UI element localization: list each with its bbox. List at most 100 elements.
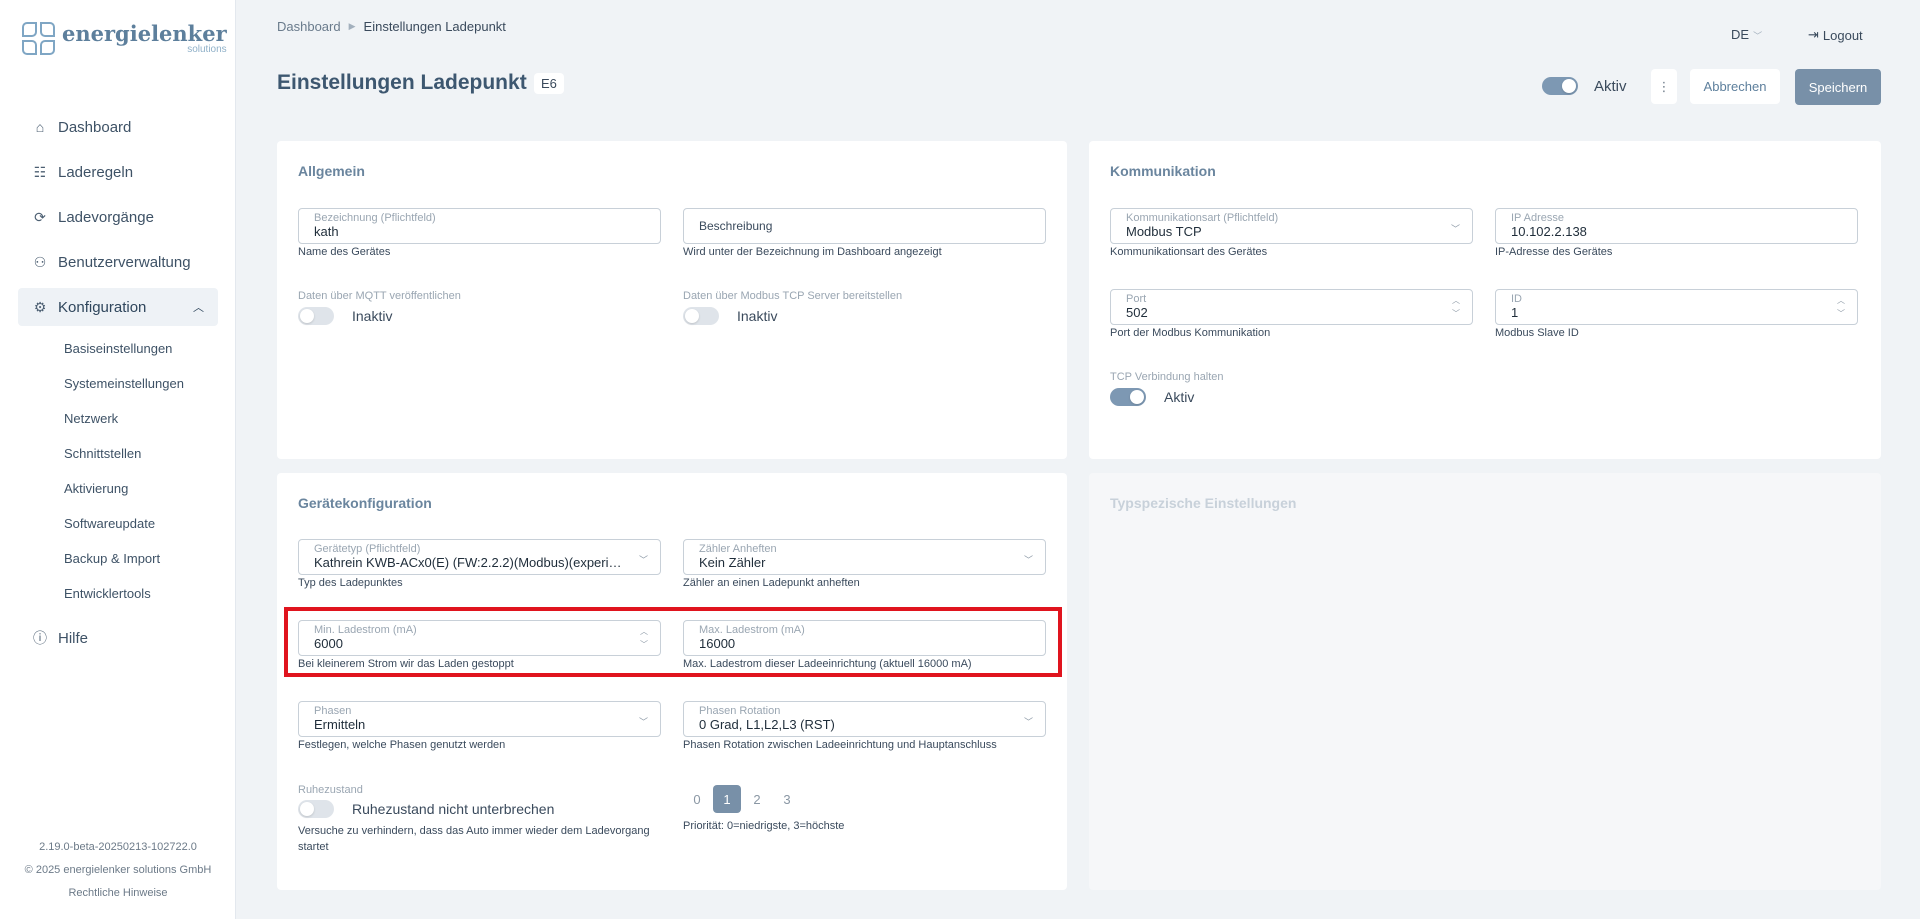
field-label: Gerätetyp (Pflichtfeld) xyxy=(314,543,421,555)
field-label: Bezeichnung (Pflichtfeld) xyxy=(314,212,436,224)
field-label: Zähler Anheften xyxy=(699,543,777,555)
mqtt-state: Inaktiv xyxy=(352,308,393,324)
active-toggle[interactable] xyxy=(1542,77,1578,95)
communication-type-select[interactable]: Kommunikationsart (Pflichtfeld) Modbus T… xyxy=(1110,208,1473,244)
phases-select[interactable]: Phasen Ermitteln ﹀ xyxy=(298,701,661,737)
card-communication: Kommunikation Kommunikationsart (Pflicht… xyxy=(1089,141,1881,459)
idle-toggle[interactable] xyxy=(298,800,334,818)
sidebar-item-konfiguration[interactable]: ⚙ Konfiguration ︿ xyxy=(18,288,218,326)
card-title: Typspezische Einstellungen xyxy=(1110,495,1297,511)
sidebar-item-dashboard[interactable]: ⌂ Dashboard xyxy=(18,108,218,146)
chevron-up-icon: ︿ xyxy=(193,302,204,314)
priority-option-2[interactable]: 2 xyxy=(743,785,771,813)
home-icon: ⌂ xyxy=(35,119,45,135)
highlight-box xyxy=(284,607,1062,677)
slave-id-field[interactable]: ID 1 ︿ ﹀ xyxy=(1495,289,1858,325)
sidebar-item-benutzerverwaltung[interactable]: ⚇ Benutzerverwaltung xyxy=(18,243,218,281)
sidebar-item-label: Dashboard xyxy=(58,118,132,136)
ip-address-field[interactable]: IP Adresse 10.102.2.138 xyxy=(1495,208,1858,244)
field-label: IP Adresse xyxy=(1511,212,1564,224)
card-device-config: Gerätekonfiguration Gerätetyp (Pflichtfe… xyxy=(277,473,1067,890)
subnav-aktivierung[interactable]: Aktivierung xyxy=(64,471,218,506)
sidebar-item-ladevorgaenge[interactable]: ⟳ Ladevorgänge xyxy=(18,198,218,236)
subnav-softwareupdate[interactable]: Softwareupdate xyxy=(64,506,218,541)
active-toggle-label: Aktiv xyxy=(1594,77,1627,95)
field-help: Phasen Rotation zwischen Ladeeinrichtung… xyxy=(683,739,997,751)
sidebar-item-label: Konfiguration xyxy=(58,298,147,316)
gear-icon: ⚙ xyxy=(33,298,47,315)
more-options-button[interactable]: ⋮ xyxy=(1651,69,1677,104)
chevron-down-icon: ﹀ xyxy=(1023,717,1033,727)
subnav-schnittstellen[interactable]: Schnittstellen xyxy=(64,436,218,471)
sidebar-item-laderegeln[interactable]: ☷ Laderegeln xyxy=(18,153,218,191)
brand-sub: solutions xyxy=(187,44,227,55)
sidebar-item-hilfe[interactable]: ⓘ Hilfe xyxy=(18,619,218,657)
sidebar-item-label: Ladevorgänge xyxy=(58,208,154,226)
logout-button[interactable]: ⇥ Logout xyxy=(1808,27,1863,43)
language-select[interactable]: DE ﹀ xyxy=(1731,27,1762,42)
priority-option-3[interactable]: 3 xyxy=(773,785,801,813)
breadcrumb-separator-icon: ▶ xyxy=(348,21,356,31)
field-help: Kommunikationsart des Gerätes xyxy=(1110,246,1268,258)
brand-logo[interactable]: energielenker solutions xyxy=(22,22,227,56)
breadcrumb: Dashboard ▶ Einstellungen Ladepunkt xyxy=(277,19,506,34)
breadcrumb-current: Einstellungen Ladepunkt xyxy=(363,19,506,34)
cancel-button[interactable]: Abbrechen xyxy=(1690,69,1780,104)
idle-help-line-2: startet xyxy=(298,841,329,853)
language-value: DE xyxy=(1731,27,1750,42)
name-field[interactable]: Bezeichnung (Pflichtfeld) kath xyxy=(298,208,661,244)
field-help: Priorität: 0=niedrigste, 3=höchste xyxy=(683,820,845,832)
subnav-entwicklertools[interactable]: Entwicklertools xyxy=(64,576,218,611)
field-label: Kommunikationsart (Pflichtfeld) xyxy=(1126,212,1279,224)
mqtt-switch-row: Inaktiv xyxy=(298,307,392,325)
chevron-down-icon: ﹀ xyxy=(1753,31,1763,41)
idle-switch-row: Ruhezustand nicht unterbrechen xyxy=(298,800,554,818)
description-field[interactable]: Beschreibung xyxy=(683,208,1046,244)
subnav-backup-import[interactable]: Backup & Import xyxy=(64,541,218,576)
page-title: Einstellungen Ladepunkt xyxy=(277,71,527,94)
device-type-select[interactable]: Gerätetyp (Pflichtfeld) Kathrein KWB-ACx… xyxy=(298,539,661,575)
field-help: Port der Modbus Kommunikation xyxy=(1110,327,1271,339)
field-help: IP-Adresse des Gerätes xyxy=(1495,246,1613,258)
field-value: Ermitteln xyxy=(314,717,366,732)
sidebar-subnav: Basiseinstellungen Systemeinstellungen N… xyxy=(18,331,218,611)
field-help: Modbus Slave ID xyxy=(1495,327,1579,339)
idle-help-line-1: Versuche zu verhindern, dass das Auto im… xyxy=(298,825,650,837)
phase-rotation-select[interactable]: Phasen Rotation 0 Grad, L1,L2,L3 (RST) ﹀ xyxy=(683,701,1046,737)
field-help: Festlegen, welche Phasen genutzt werden xyxy=(298,739,506,751)
field-label: ID xyxy=(1511,293,1522,305)
stepper-icon[interactable]: ︿ ﹀ xyxy=(1452,294,1460,320)
field-label: Port xyxy=(1126,293,1147,305)
subnav-basiseinstellungen[interactable]: Basiseinstellungen xyxy=(64,331,218,366)
stepper-icon[interactable]: ︿ ﹀ xyxy=(1837,294,1845,320)
help-icon: ⓘ xyxy=(33,630,47,646)
chevron-down-icon: ﹀ xyxy=(638,555,648,565)
breadcrumb-home[interactable]: Dashboard xyxy=(277,19,341,34)
brand-name: energielenker xyxy=(62,21,227,46)
card-type-specific: Typspezische Einstellungen xyxy=(1089,473,1881,890)
chevron-down-icon: ﹀ xyxy=(1450,224,1460,234)
tcp-keepalive-state: Aktiv xyxy=(1164,389,1195,405)
subnav-systemeinstellungen[interactable]: Systemeinstellungen xyxy=(64,366,218,401)
sidebar-nav: ⌂ Dashboard ☷ Laderegeln ⟳ Ladevorgänge … xyxy=(18,108,218,664)
field-value: 502 xyxy=(1126,305,1148,320)
copyright-text: © 2025 energielenker solutions GmbH xyxy=(24,864,212,876)
card-general: Allgemein Bezeichnung (Pflichtfeld) kath… xyxy=(277,141,1067,459)
priority-option-0[interactable]: 0 xyxy=(683,785,711,813)
save-button[interactable]: Speichern xyxy=(1795,69,1881,105)
priority-option-1[interactable]: 1 xyxy=(713,785,741,813)
tcp-keepalive-label: TCP Verbindung halten xyxy=(1110,371,1224,383)
idle-state: Ruhezustand nicht unterbrechen xyxy=(352,801,555,817)
port-field[interactable]: Port 502 ︿ ﹀ xyxy=(1110,289,1473,325)
field-help: Name des Gerätes xyxy=(298,246,391,258)
meter-select[interactable]: Zähler Anheften Kein Zähler ﹀ xyxy=(683,539,1046,575)
device-badge: E6 xyxy=(534,73,564,94)
subnav-netzwerk[interactable]: Netzwerk xyxy=(64,401,218,436)
card-title: Kommunikation xyxy=(1110,163,1216,179)
sidebar: energielenker solutions ⌂ Dashboard ☷ La… xyxy=(0,0,236,919)
card-title: Gerätekonfiguration xyxy=(298,495,432,511)
legal-link[interactable]: Rechtliche Hinweise xyxy=(0,882,236,905)
modbus-server-toggle[interactable] xyxy=(683,307,719,325)
mqtt-toggle[interactable] xyxy=(298,307,334,325)
tcp-keepalive-toggle[interactable] xyxy=(1110,388,1146,406)
